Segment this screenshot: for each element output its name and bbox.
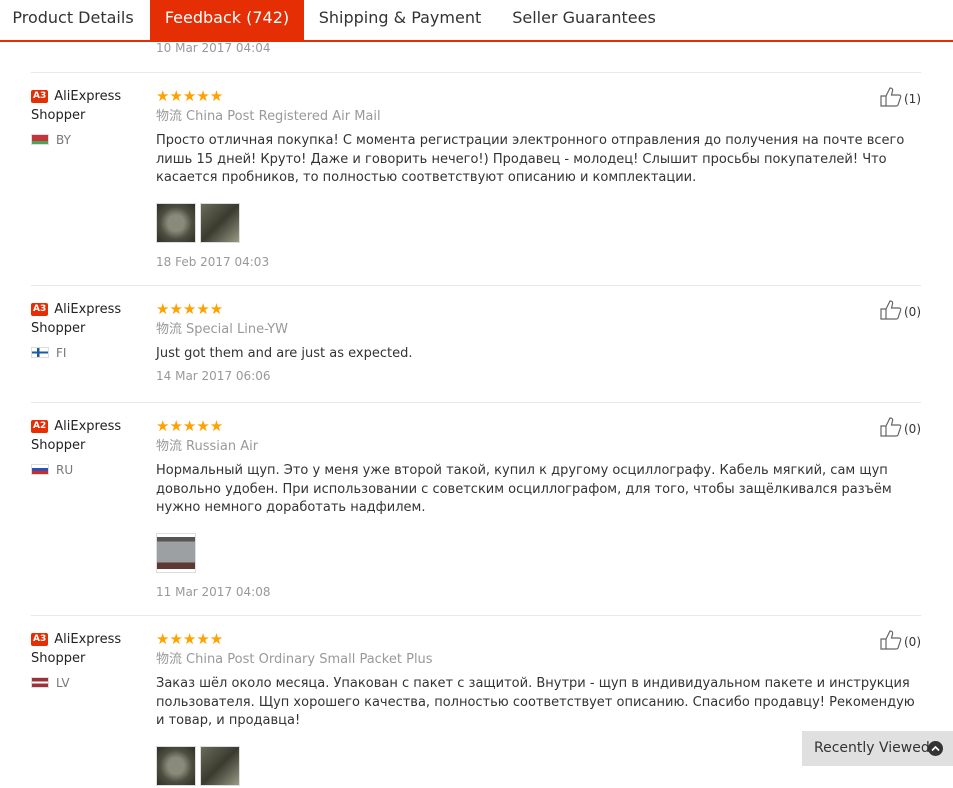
flag-lv-icon — [31, 677, 49, 688]
shipping-value: China Post Ordinary Small Packet Plus — [186, 652, 433, 667]
helpful-count: (0) — [904, 635, 921, 649]
recently-viewed-label: Recently Viewed — [814, 740, 930, 756]
helpful-count: (0) — [904, 422, 921, 436]
review-item: A2 AliExpress Shopper RU ★★★★★ 物流 Russian … — [31, 402, 921, 615]
reviewer-name: A3 AliExpress Shopper — [31, 300, 141, 338]
tab-feedback[interactable]: Feedback (742) — [150, 0, 304, 40]
review-content: ★★★★★ 物流 Special Line-YW Just got them an… — [156, 300, 918, 383]
tab-product-details[interactable]: Product Details — [0, 0, 146, 40]
review-date: 11 Mar 2017 04:08 — [156, 584, 271, 599]
chevron-up-icon — [928, 741, 943, 756]
shipping-value: Special Line-YW — [186, 322, 289, 337]
star-rating: ★★★★★ — [156, 630, 224, 648]
star-rating: ★★★★★ — [156, 300, 224, 318]
helpful-button[interactable]: (0) — [880, 630, 921, 650]
helpful-count: (1) — [904, 92, 921, 106]
level-badge: A2 — [31, 420, 49, 433]
reviewer-name: A2 AliExpress Shopper — [31, 417, 141, 455]
review-photos — [156, 532, 918, 575]
previous-review-date: 10 Mar 2017 04:04 — [156, 41, 271, 55]
shipping-label: 物流 — [156, 439, 183, 454]
reviewer-country: RU — [31, 463, 141, 477]
reviewer-country: LV — [31, 676, 141, 690]
review-item: A3 AliExpress Shopper BY ★★★★★ 物流 China Po… — [31, 72, 921, 285]
tab-shipping-payment[interactable]: Shipping & Payment — [304, 0, 496, 40]
review-content: ★★★★★ 物流 Russian Air Нормальный щуп. Это … — [156, 417, 918, 599]
flag-fi-icon — [31, 347, 49, 358]
level-badge: A3 — [31, 303, 49, 316]
tab-bar: Product Details Feedback (742) Shipping … — [0, 0, 953, 42]
shipping-method: 物流 China Post Registered Air Mail — [156, 109, 918, 125]
review-text: Заказ шёл около месяца. Упакован с пакет… — [156, 676, 915, 728]
level-badge: A3 — [31, 633, 49, 646]
review-text: Just got them and are just as expected. — [156, 346, 413, 361]
shipping-method: 物流 China Post Ordinary Small Packet Plus — [156, 652, 918, 668]
flag-ru-icon — [31, 464, 49, 475]
shipping-value: Russian Air — [186, 439, 259, 454]
review-photo[interactable] — [156, 202, 196, 243]
review-text: Просто отличная покупка! С момента регис… — [156, 133, 905, 185]
thumbs-up-icon — [880, 300, 902, 320]
flag-by-icon — [31, 134, 49, 145]
reviewer-info: A3 AliExpress Shopper FI — [31, 300, 141, 360]
shipping-value: China Post Registered Air Mail — [186, 109, 381, 124]
helpful-button[interactable]: (1) — [880, 87, 921, 107]
shipping-label: 物流 — [156, 322, 183, 337]
reviewer-info: A2 AliExpress Shopper RU — [31, 417, 141, 477]
helpful-button[interactable]: (0) — [880, 300, 921, 320]
review-date: 18 Feb 2017 04:03 — [156, 254, 270, 269]
review-content: ★★★★★ 物流 China Post Registered Air Mail П… — [156, 87, 918, 269]
reviewer-info: A3 AliExpress Shopper BY — [31, 87, 141, 147]
shipping-method: 物流 Special Line-YW — [156, 322, 918, 338]
star-rating: ★★★★★ — [156, 87, 224, 105]
thumbs-up-icon — [880, 417, 902, 437]
thumbs-up-icon — [880, 630, 902, 650]
star-rating: ★★★★★ — [156, 417, 224, 435]
review-text: Нормальный щуп. Это у меня уже второй та… — [156, 463, 892, 515]
reviewer-country: FI — [31, 346, 141, 360]
helpful-count: (0) — [904, 305, 921, 319]
review-photo[interactable] — [200, 202, 240, 243]
thumbs-up-icon — [880, 87, 902, 107]
reviewer-name: A3 AliExpress Shopper — [31, 630, 141, 668]
shipping-label: 物流 — [156, 109, 183, 124]
shipping-method: 物流 Russian Air — [156, 439, 918, 455]
recently-viewed-button[interactable]: Recently Viewed — [802, 731, 953, 766]
reviewer-info: A3 AliExpress Shopper LV — [31, 630, 141, 690]
country-code: LV — [56, 676, 70, 690]
shipping-label: 物流 — [156, 652, 183, 667]
level-badge: A3 — [31, 90, 49, 103]
country-code: RU — [56, 463, 74, 477]
country-code: FI — [56, 346, 67, 360]
helpful-button[interactable]: (0) — [880, 417, 921, 437]
review-item: A3 AliExpress Shopper FI ★★★★★ 物流 Special … — [31, 285, 921, 403]
review-date: 14 Mar 2017 06:06 — [156, 368, 271, 383]
tab-seller-guarantees[interactable]: Seller Guarantees — [496, 0, 672, 40]
country-code: BY — [56, 133, 71, 147]
review-item: A3 AliExpress Shopper LV ★★★★★ 物流 China Po… — [31, 615, 921, 786]
reviewer-country: BY — [31, 133, 141, 147]
review-photos — [156, 202, 918, 245]
review-photo[interactable] — [156, 532, 196, 573]
reviewer-name: A3 AliExpress Shopper — [31, 87, 141, 125]
